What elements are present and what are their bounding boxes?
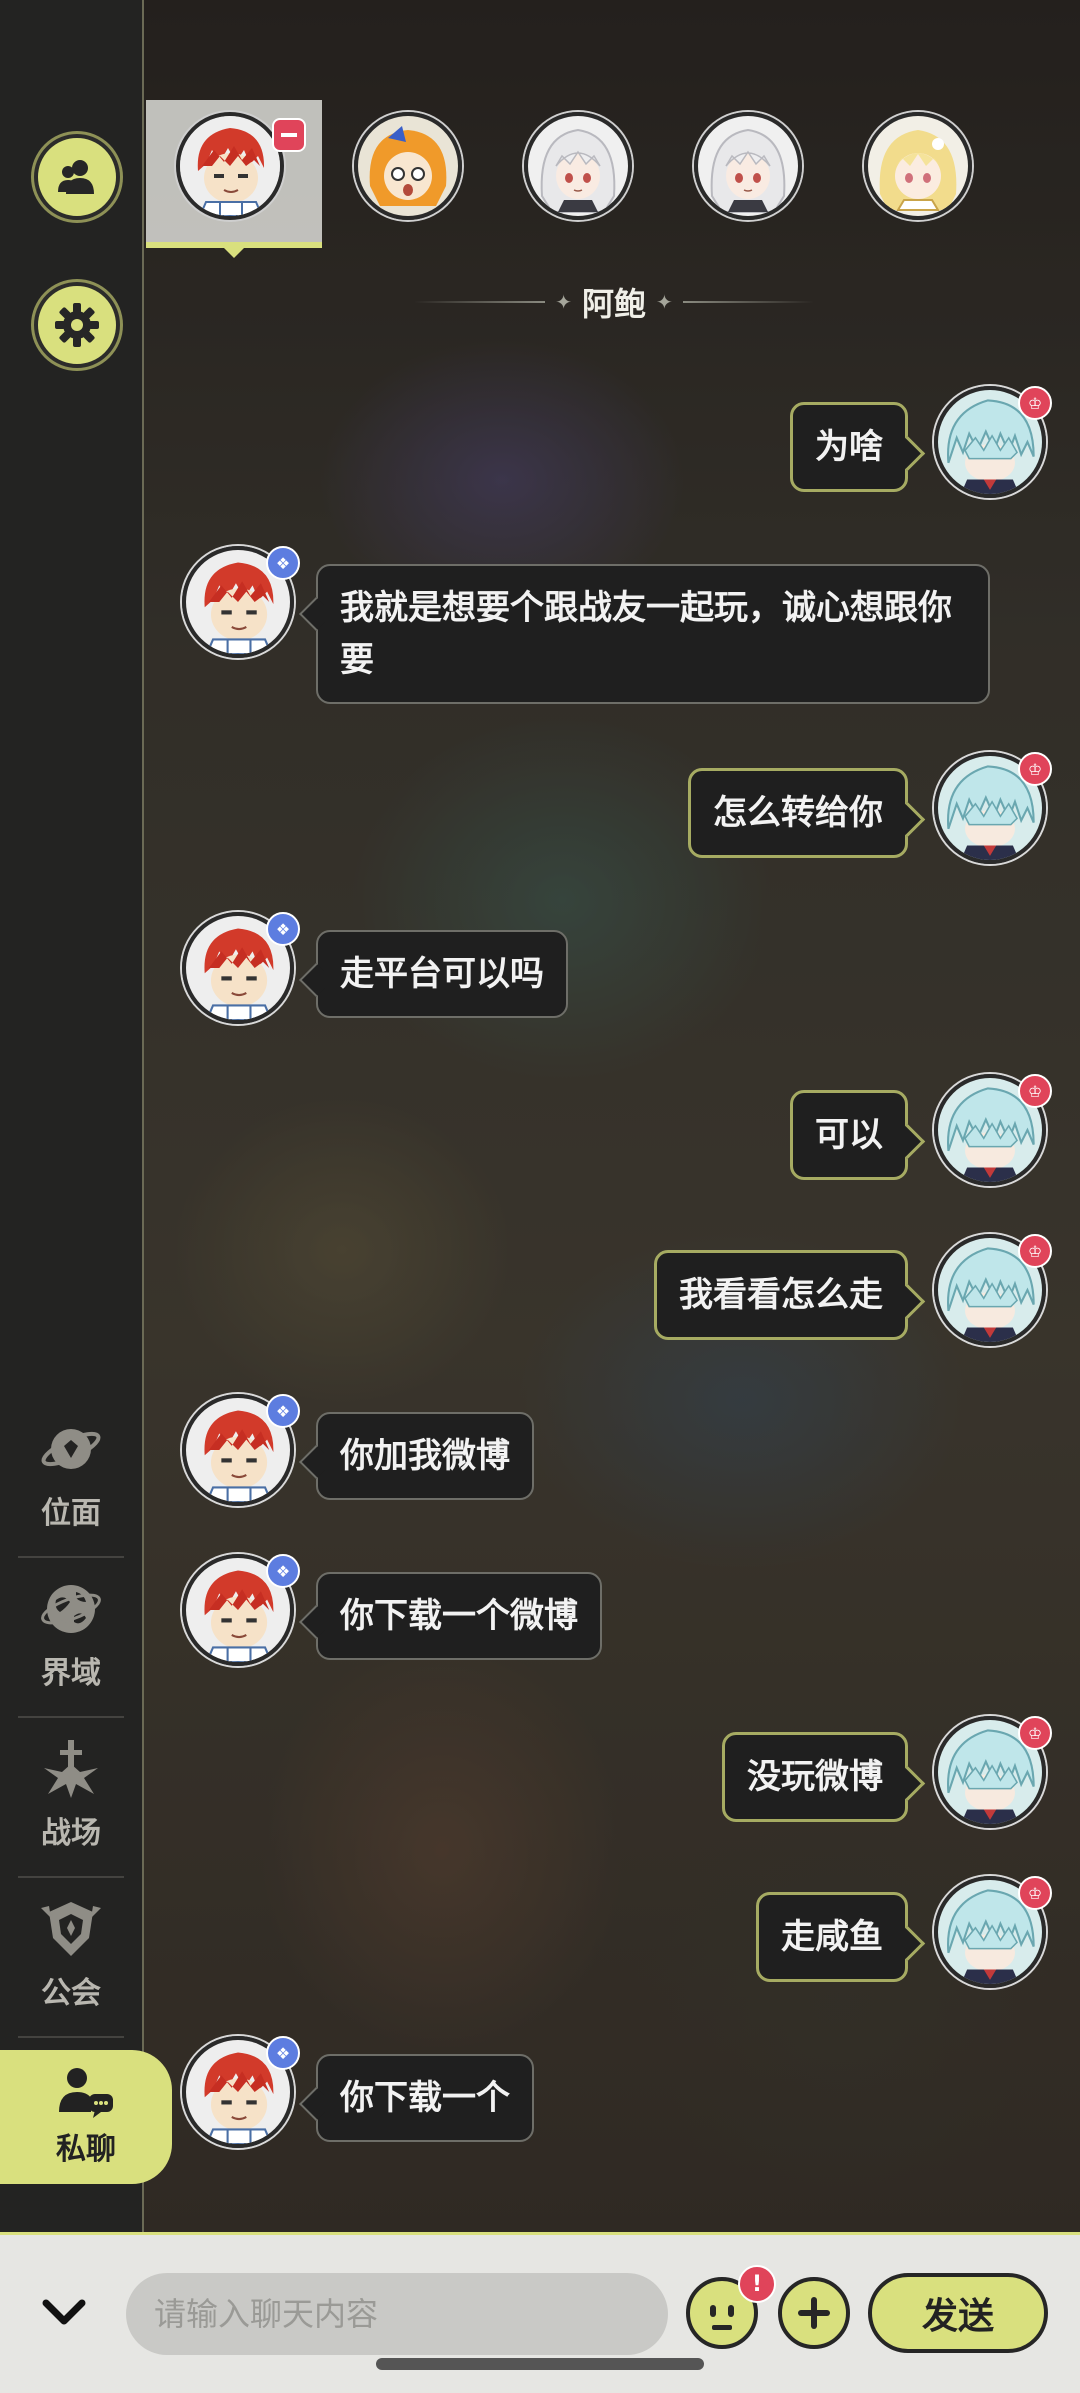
message-bubble-outgoing: 走咸鱼	[756, 1892, 908, 1982]
message-bubble-incoming: 你下载一个微博	[316, 1572, 602, 1660]
crown-badge-icon: ♔	[1018, 752, 1052, 786]
nav-item-guild[interactable]: 公会	[0, 1880, 142, 2030]
home-indicator	[376, 2358, 704, 2370]
chat-title: 阿鲍	[582, 285, 647, 323]
plus-icon	[798, 2297, 830, 2329]
globe-icon	[41, 1585, 101, 1633]
message-bubble-incoming: 你加我微博	[316, 1412, 534, 1500]
divider	[414, 301, 546, 303]
contact-avatar-white-hair-2[interactable]	[694, 112, 802, 220]
divider	[18, 1876, 124, 1878]
contact-avatar-white-hair-1[interactable]	[524, 112, 632, 220]
guild-crest-icon	[41, 1902, 101, 1956]
message-bubble-incoming: 走平台可以吗	[316, 930, 568, 1018]
sidebar: 位面 界域 战场 公会	[0, 0, 144, 2232]
remove-contact-button[interactable]	[272, 118, 306, 152]
divider	[18, 1556, 124, 1558]
verified-badge-icon: ❖	[266, 546, 300, 580]
nav-item-plane[interactable]: 位面	[0, 1400, 142, 1550]
crown-badge-icon: ♔	[1018, 1876, 1052, 1910]
selected-pointer-icon	[222, 246, 246, 258]
message-bubble-outgoing: 我看看怎么走	[654, 1250, 908, 1340]
settings-button[interactable]	[34, 282, 120, 368]
sparkle-icon: ✦	[656, 290, 673, 314]
message-bubble-incoming: 你下载一个	[316, 2054, 534, 2142]
friends-icon	[58, 160, 94, 194]
nav-item-private-chat[interactable]: 私聊	[0, 2050, 172, 2184]
message-bubble-outgoing: 怎么转给你	[688, 768, 908, 858]
message-bubble-outgoing: 为啥	[790, 402, 908, 492]
contact-avatar-blonde[interactable]	[864, 112, 972, 220]
nav-label: 界域	[41, 1656, 101, 1691]
verified-badge-icon: ❖	[266, 1554, 300, 1588]
planet-icon	[41, 1429, 101, 1469]
gear-icon	[55, 303, 99, 347]
crown-badge-icon: ♔	[1018, 1716, 1052, 1750]
nav-label: 战场	[41, 1816, 101, 1851]
sparkle-icon: ✦	[555, 290, 572, 314]
alert-badge: !	[738, 2265, 776, 2303]
divider	[18, 2036, 124, 2038]
contact-strip	[146, 100, 1080, 258]
nav-label: 私聊	[56, 2132, 116, 2167]
message-input[interactable]	[126, 2273, 668, 2355]
verified-badge-icon: ❖	[266, 1394, 300, 1428]
message-bubble-incoming: 我就是想要个跟战友一起玩，诚心想跟你要	[316, 564, 990, 704]
crown-badge-icon: ♔	[1018, 1234, 1052, 1268]
nav-item-realm[interactable]: 界域	[0, 1560, 142, 1710]
divider	[18, 1716, 124, 1718]
friends-button[interactable]	[34, 134, 120, 220]
private-chat-icon	[59, 2068, 113, 2118]
verified-badge-icon: ❖	[266, 912, 300, 946]
divider	[682, 301, 815, 303]
chat-title-row: ✦ 阿鲍 ✦	[414, 278, 815, 326]
send-button[interactable]: 发送	[868, 2273, 1048, 2353]
minus-icon	[281, 133, 297, 137]
crown-badge-icon: ♔	[1018, 1074, 1052, 1108]
verified-badge-icon: ❖	[266, 2036, 300, 2070]
contact-avatar-orange-hair[interactable]	[354, 112, 462, 220]
message-bubble-outgoing: 可以	[790, 1090, 908, 1180]
contact-avatar-red-hair[interactable]	[176, 112, 284, 220]
battlefield-icon	[44, 1740, 98, 1798]
nav-label: 位面	[41, 1496, 101, 1531]
message-bubble-outgoing: 没玩微博	[722, 1732, 908, 1822]
chevron-down-icon[interactable]	[38, 2293, 90, 2333]
more-button[interactable]	[778, 2277, 850, 2349]
nav-label: 公会	[41, 1976, 101, 2011]
nav-item-battlefield[interactable]: 战场	[0, 1720, 142, 1870]
crown-badge-icon: ♔	[1018, 386, 1052, 420]
